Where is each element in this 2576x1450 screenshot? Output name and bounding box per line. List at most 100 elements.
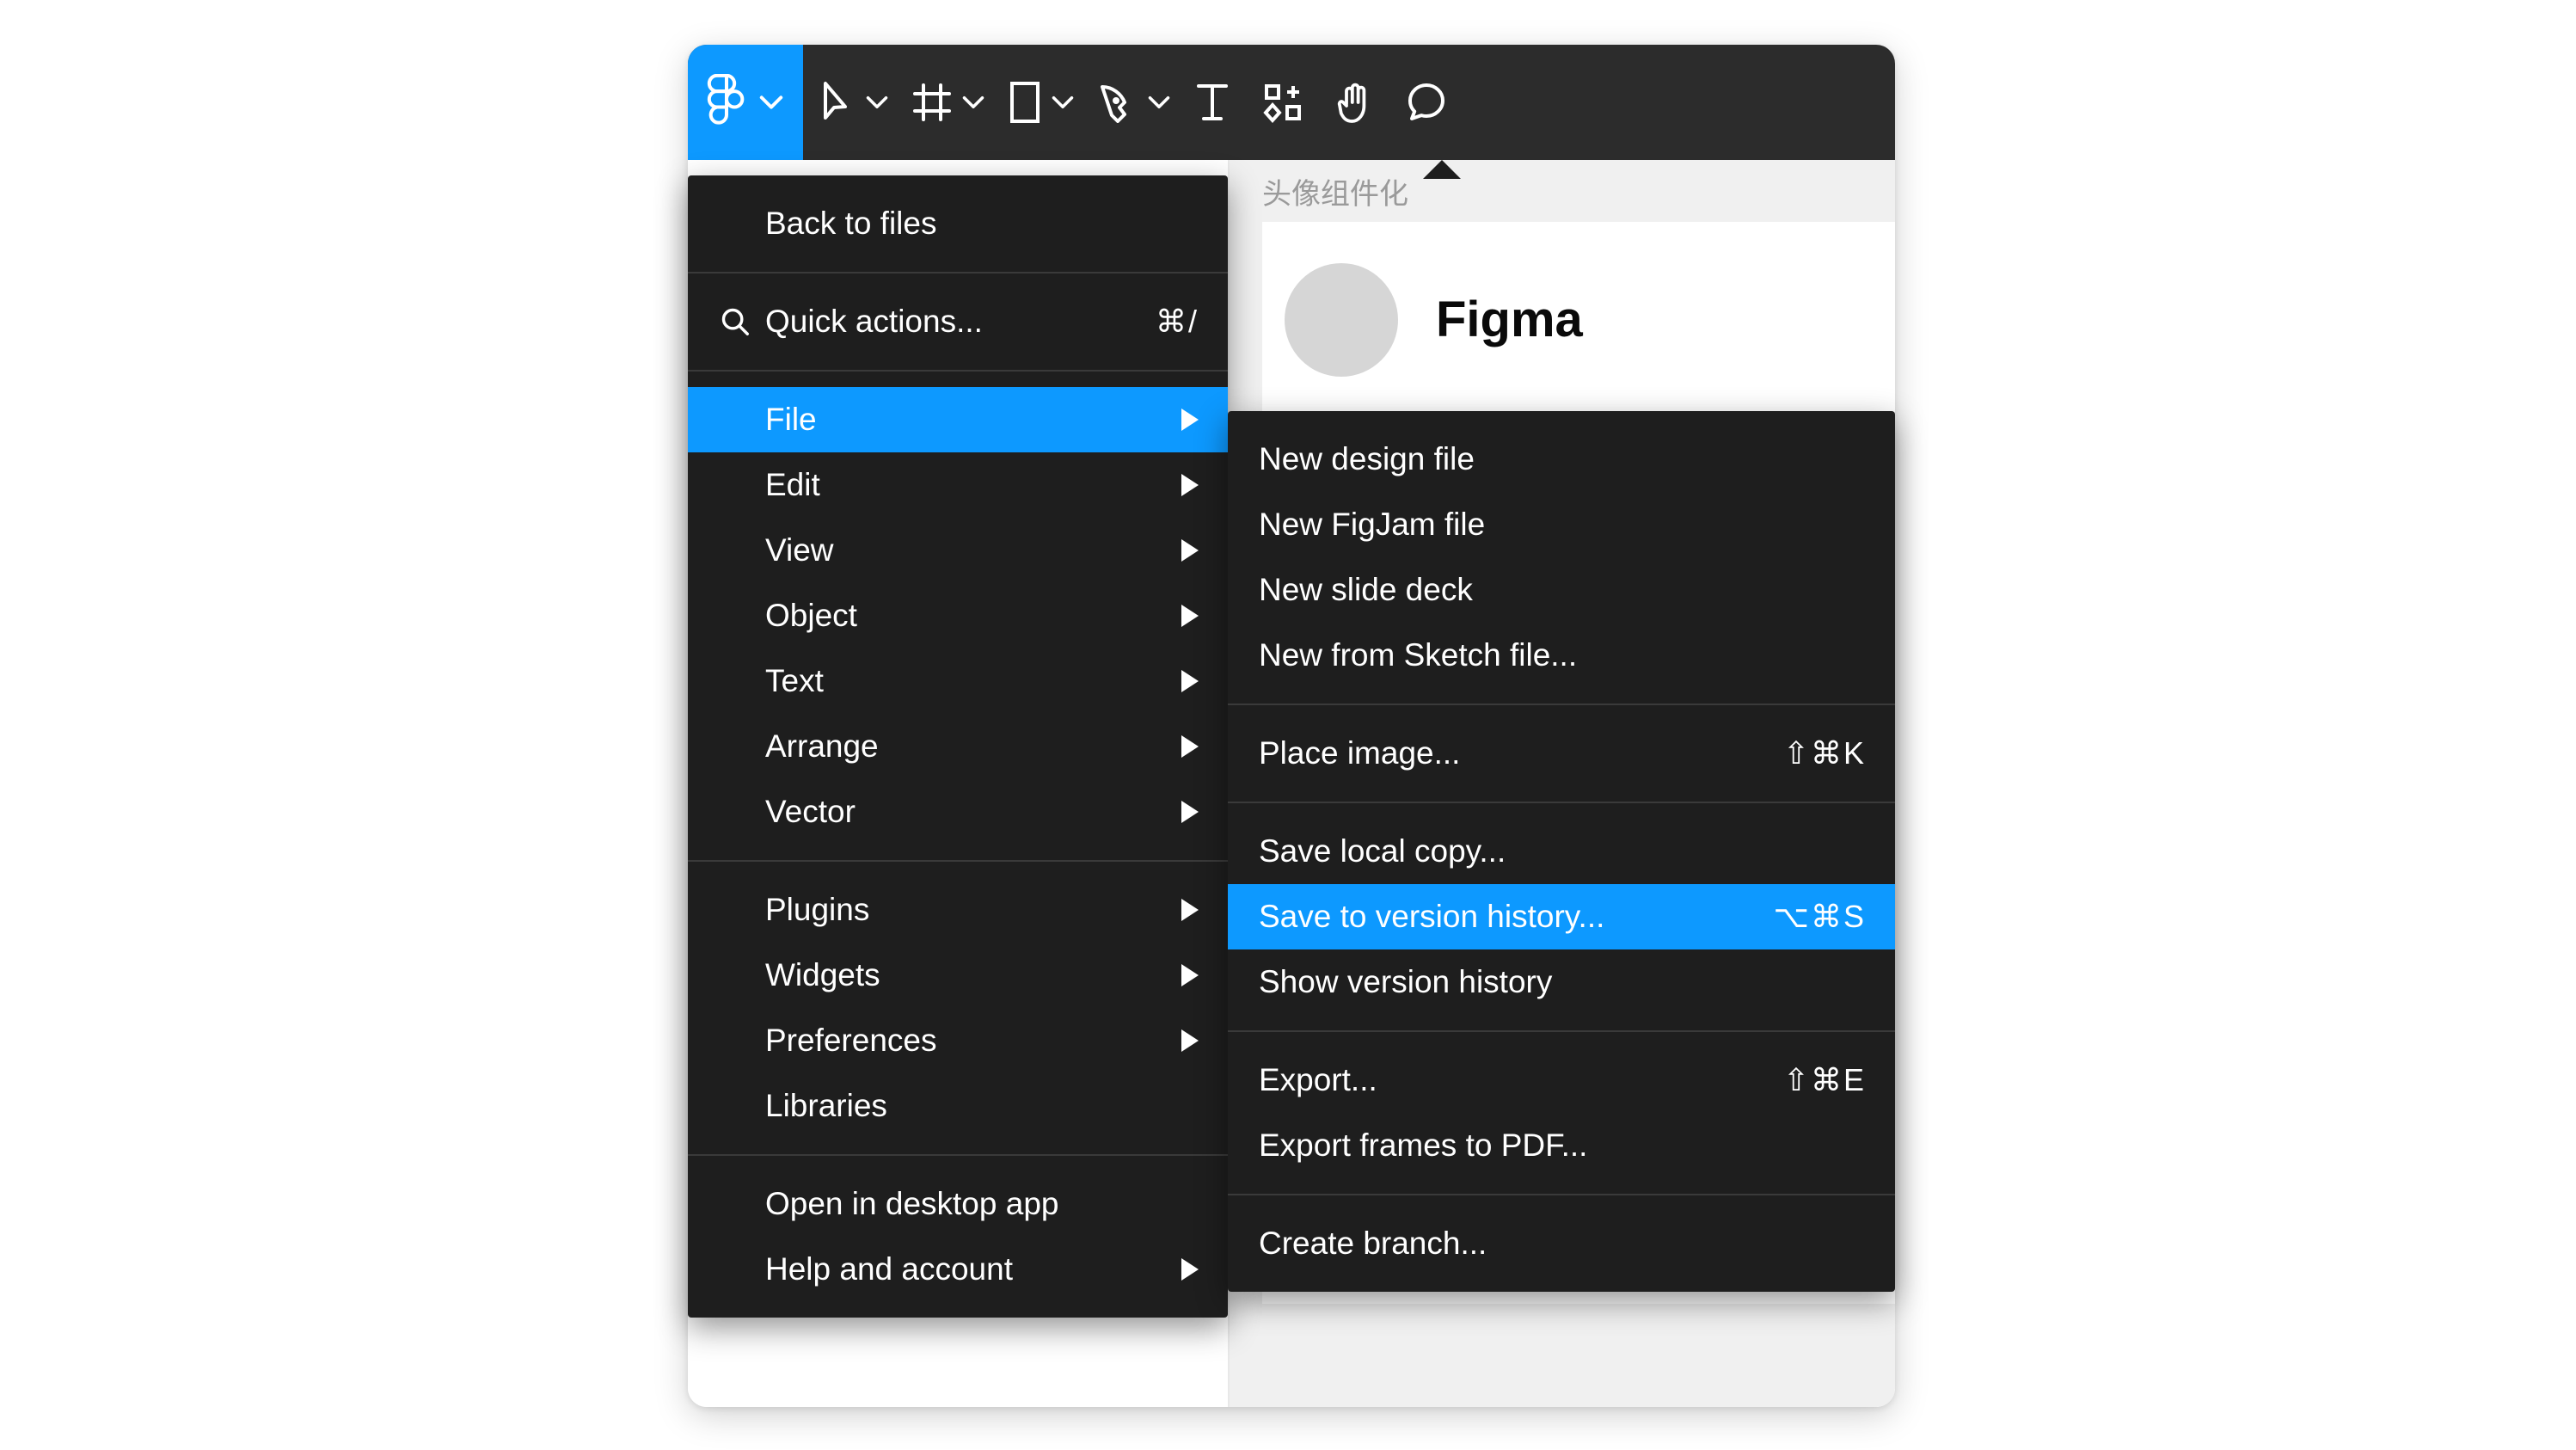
menu-item-label: Show version history bbox=[1259, 964, 1553, 999]
move-tool[interactable] bbox=[803, 45, 896, 160]
menu-item-quick-actions[interactable]: Quick actions... ⌘/ bbox=[688, 289, 1228, 354]
menu-item-open-in-desktop-app[interactable]: Open in desktop app bbox=[688, 1171, 1228, 1237]
submenu-item-new-slide-deck[interactable]: New slide deck bbox=[1228, 557, 1895, 623]
chevron-right-icon bbox=[1181, 539, 1199, 562]
menu-item-label: Save to version history... bbox=[1259, 899, 1605, 934]
menu-group: Plugins Widgets Preferences Libraries bbox=[688, 860, 1228, 1154]
menu-item-label: Save local copy... bbox=[1259, 833, 1506, 869]
submenu-item-export[interactable]: Export... ⇧⌘E bbox=[1228, 1048, 1895, 1113]
menu-item-label: Libraries bbox=[765, 1088, 887, 1123]
menu-group: New design file New FigJam file New slid… bbox=[1228, 411, 1895, 703]
menu-item-label: File bbox=[765, 402, 817, 437]
menu-item-file[interactable]: File bbox=[688, 387, 1228, 452]
submenu-item-create-branch[interactable]: Create branch... bbox=[1228, 1211, 1895, 1276]
menu-group: Quick actions... ⌘/ bbox=[688, 272, 1228, 370]
menu-item-label: Preferences bbox=[765, 1023, 937, 1058]
menu-item-label: Create branch... bbox=[1259, 1226, 1487, 1261]
menu-item-object[interactable]: Object bbox=[688, 583, 1228, 648]
submenu-item-place-image[interactable]: Place image... ⇧⌘K bbox=[1228, 721, 1895, 786]
menu-item-widgets[interactable]: Widgets bbox=[688, 943, 1228, 1008]
chevron-right-icon bbox=[1181, 735, 1199, 758]
menu-item-label: Quick actions... bbox=[765, 304, 983, 339]
menu-item-label: Place image... bbox=[1259, 735, 1461, 771]
pen-icon bbox=[1097, 82, 1138, 123]
chevron-right-icon bbox=[1181, 964, 1199, 986]
screen-root: 2022-上 头像组件化 Figma bbox=[0, 0, 2576, 1450]
menu-item-label: New from Sketch file... bbox=[1259, 637, 1578, 673]
menu-item-plugins[interactable]: Plugins bbox=[688, 877, 1228, 943]
menu-item-label: New slide deck bbox=[1259, 572, 1473, 607]
resources-tool[interactable] bbox=[1247, 45, 1319, 160]
menu-item-edit[interactable]: Edit bbox=[688, 452, 1228, 518]
hand-tool[interactable] bbox=[1319, 45, 1391, 160]
hand-icon bbox=[1334, 80, 1376, 125]
chevron-down-icon bbox=[961, 95, 985, 110]
pen-tool[interactable] bbox=[1082, 45, 1178, 160]
menu-item-label: Arrange bbox=[765, 728, 879, 764]
submenu-item-export-frames-to-pdf[interactable]: Export frames to PDF... bbox=[1228, 1113, 1895, 1178]
chevron-down-icon bbox=[758, 94, 784, 111]
menu-group: Place image... ⇧⌘K bbox=[1228, 703, 1895, 802]
submenu-item-show-version-history[interactable]: Show version history bbox=[1228, 949, 1895, 1015]
component-frame-label[interactable]: 头像组件化 bbox=[1262, 170, 1408, 212]
main-toolbar bbox=[688, 45, 1895, 160]
menu-item-libraries[interactable]: Libraries bbox=[688, 1073, 1228, 1139]
chevron-right-icon bbox=[1181, 474, 1199, 496]
menu-item-label: Open in desktop app bbox=[765, 1186, 1059, 1221]
menu-item-text[interactable]: Text bbox=[688, 648, 1228, 714]
chevron-right-icon bbox=[1181, 899, 1199, 921]
menu-item-label: Vector bbox=[765, 794, 856, 829]
comment-tool[interactable] bbox=[1391, 45, 1463, 160]
menu-group: Export... ⇧⌘E Export frames to PDF... bbox=[1228, 1030, 1895, 1194]
menu-group: Create branch... bbox=[1228, 1194, 1895, 1292]
menu-group: Back to files bbox=[688, 175, 1228, 272]
menu-item-preferences[interactable]: Preferences bbox=[688, 1008, 1228, 1073]
file-submenu: New design file New FigJam file New slid… bbox=[1228, 411, 1895, 1292]
chevron-down-icon bbox=[1051, 95, 1075, 110]
submenu-item-new-figjam-file[interactable]: New FigJam file bbox=[1228, 492, 1895, 557]
menu-item-label: Back to files bbox=[765, 206, 937, 241]
figma-logo-icon bbox=[707, 74, 746, 131]
menu-item-shortcut: ⇧⌘E bbox=[1782, 1062, 1866, 1097]
menu-item-help-and-account[interactable]: Help and account bbox=[688, 1237, 1228, 1302]
chevron-right-icon bbox=[1181, 409, 1199, 431]
menu-group: Open in desktop app Help and account bbox=[688, 1154, 1228, 1318]
submenu-item-new-design-file[interactable]: New design file bbox=[1228, 427, 1895, 492]
menu-item-label: View bbox=[765, 532, 834, 568]
comment-bubble-icon bbox=[1407, 82, 1448, 123]
component-title: Figma bbox=[1436, 292, 1583, 347]
avatar-placeholder-icon bbox=[1285, 263, 1398, 377]
menu-item-label: Plugins bbox=[765, 892, 870, 927]
rectangle-icon bbox=[1008, 79, 1042, 126]
cursor-arrow-icon bbox=[819, 80, 856, 125]
text-icon bbox=[1193, 81, 1231, 124]
menu-item-label: New design file bbox=[1259, 441, 1475, 476]
frame-tool[interactable] bbox=[896, 45, 992, 160]
menu-item-label: Text bbox=[765, 663, 824, 698]
frame-icon bbox=[911, 82, 953, 123]
menu-item-label: Edit bbox=[765, 467, 820, 502]
menu-item-view[interactable]: View bbox=[688, 518, 1228, 583]
submenu-item-save-local-copy[interactable]: Save local copy... bbox=[1228, 819, 1895, 884]
chevron-right-icon bbox=[1181, 1029, 1199, 1052]
menu-item-shortcut: ⇧⌘K bbox=[1782, 735, 1866, 771]
submenu-item-new-from-sketch-file[interactable]: New from Sketch file... bbox=[1228, 623, 1895, 688]
chevron-right-icon bbox=[1181, 605, 1199, 627]
menu-item-label: Object bbox=[765, 598, 857, 633]
shape-tool[interactable] bbox=[992, 45, 1082, 160]
figma-main-menu: Back to files Quick actions... ⌘/ File E… bbox=[688, 175, 1228, 1318]
menu-item-label: Widgets bbox=[765, 957, 880, 992]
search-icon bbox=[719, 305, 765, 338]
menu-item-shortcut: ⌘/ bbox=[1155, 304, 1199, 339]
menu-item-label: Export frames to PDF... bbox=[1259, 1127, 1588, 1163]
chevron-right-icon bbox=[1181, 670, 1199, 692]
menu-item-label: Export... bbox=[1259, 1062, 1377, 1097]
figma-menu-button[interactable] bbox=[688, 45, 803, 160]
menu-group: File Edit View Object Text Arrange Vecto… bbox=[688, 370, 1228, 860]
menu-pointer-arrow bbox=[1423, 160, 1461, 179]
menu-item-vector[interactable]: Vector bbox=[688, 779, 1228, 845]
submenu-item-save-to-version-history[interactable]: Save to version history... ⌥⌘S bbox=[1228, 884, 1895, 949]
text-tool[interactable] bbox=[1178, 45, 1247, 160]
menu-item-back-to-files[interactable]: Back to files bbox=[688, 191, 1228, 256]
menu-item-arrange[interactable]: Arrange bbox=[688, 714, 1228, 779]
